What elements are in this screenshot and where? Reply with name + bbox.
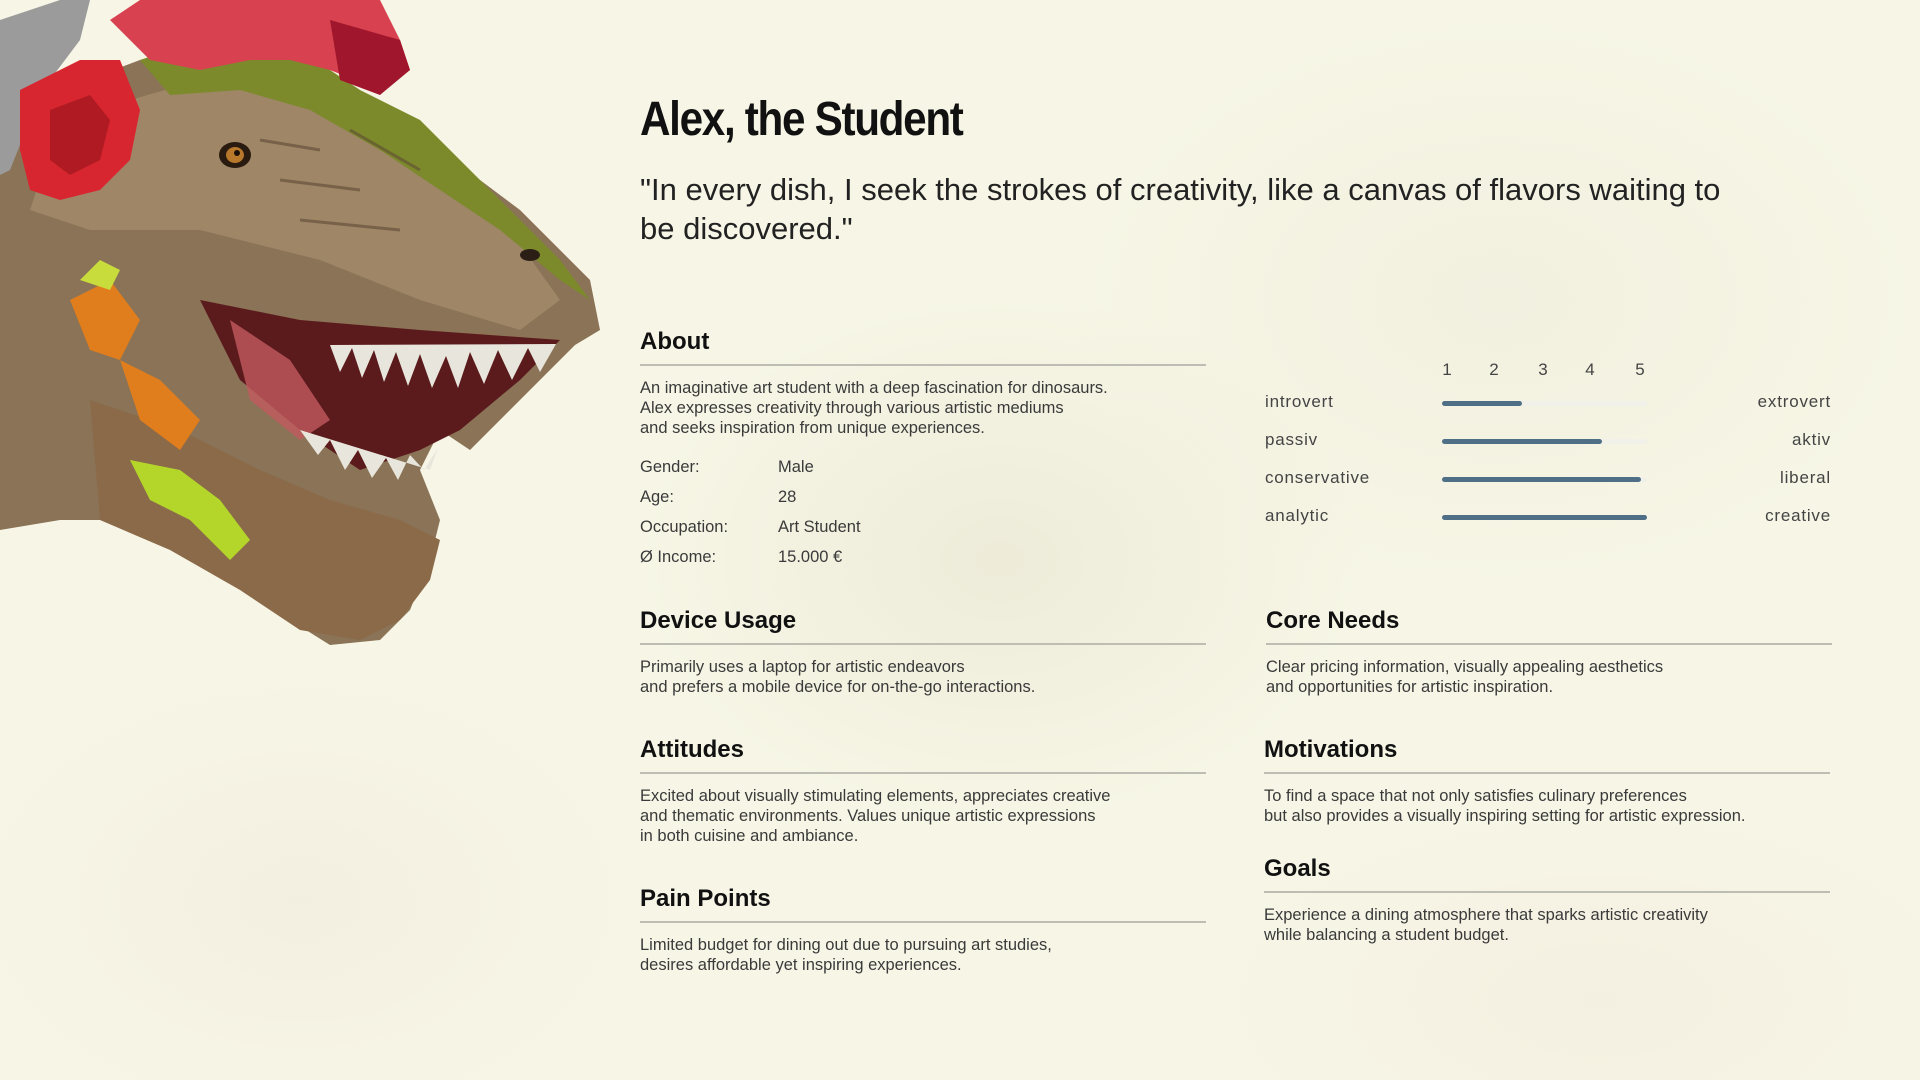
- about-heading: About: [640, 328, 1206, 366]
- core-needs-heading: Core Needs: [1266, 607, 1832, 645]
- scale-number: 1: [1442, 360, 1452, 379]
- trait-left-label: passiv: [1265, 430, 1318, 449]
- trait-right-label: liberal: [1780, 468, 1831, 487]
- trait-right-label: extrovert: [1757, 392, 1831, 411]
- scale-number: 4: [1585, 360, 1595, 379]
- detail-row-income: Ø Income: 15.000 €: [640, 542, 1206, 572]
- detail-row-gender: Gender: Male: [640, 452, 1206, 482]
- trait-left-label: analytic: [1265, 506, 1330, 525]
- detail-value: 28: [778, 488, 797, 506]
- trait-fill: [1442, 477, 1641, 482]
- trait-scale: 1 2 3 4 5 introvert extrovert passiv akt…: [1265, 360, 1831, 536]
- trait-left-label: conservative: [1265, 468, 1371, 487]
- scale-number: 3: [1538, 360, 1548, 379]
- attitudes-text: Excited about visually stimulating eleme…: [640, 787, 1111, 845]
- about-section: About An imaginative art student with a …: [640, 328, 1206, 572]
- trait-left-label: introvert: [1265, 392, 1334, 411]
- core-needs-section: Core Needs Clear pricing information, vi…: [1266, 607, 1832, 697]
- detail-row-occupation: Occupation: Art Student: [640, 512, 1206, 542]
- trait-fill: [1442, 401, 1522, 406]
- trait-fill: [1442, 515, 1647, 520]
- trait-track: [1442, 515, 1647, 520]
- trait-track: [1442, 477, 1647, 482]
- trait-fill: [1442, 439, 1602, 444]
- detail-value: Male: [778, 458, 814, 476]
- scale-numbers: 1 2 3 4 5: [1265, 360, 1831, 384]
- attitudes-section: Attitudes Excited about visually stimula…: [640, 736, 1206, 846]
- trait-row-passiv: passiv aktiv: [1265, 422, 1831, 460]
- trait-right-label: aktiv: [1792, 430, 1831, 449]
- device-usage-heading: Device Usage: [640, 607, 1206, 645]
- detail-label: Occupation:: [640, 518, 729, 536]
- trait-right-label: creative: [1765, 506, 1831, 525]
- device-usage-section: Device Usage Primarily uses a laptop for…: [640, 607, 1206, 697]
- trait-row-conservative: conservative liberal: [1265, 460, 1831, 498]
- detail-label: Age:: [640, 488, 674, 506]
- goals-heading: Goals: [1264, 855, 1830, 893]
- device-usage-text: Primarily uses a laptop for artistic end…: [640, 658, 1036, 696]
- scale-number: 5: [1635, 360, 1645, 379]
- trait-row-analytic: analytic creative: [1265, 498, 1831, 536]
- dinosaur-illustration: [0, 0, 600, 645]
- detail-row-age: Age: 28: [640, 482, 1206, 512]
- about-text: An imaginative art student with a deep f…: [640, 379, 1108, 437]
- persona-name: Alex, the Student: [640, 93, 964, 146]
- persona-details: Gender: Male Age: 28 Occupation: Art Stu…: [640, 452, 1206, 572]
- goals-text: Experience a dining atmosphere that spar…: [1264, 906, 1708, 944]
- trait-track: [1442, 439, 1647, 444]
- attitudes-heading: Attitudes: [640, 736, 1206, 774]
- trait-track: [1442, 401, 1647, 406]
- pain-points-text: Limited budget for dining out due to pur…: [640, 936, 1052, 974]
- detail-label: Ø Income:: [640, 548, 717, 566]
- detail-value: Art Student: [778, 518, 861, 536]
- detail-label: Gender:: [640, 458, 700, 476]
- motivations-section: Motivations To find a space that not onl…: [1264, 736, 1830, 826]
- trait-row-introvert: introvert extrovert: [1265, 384, 1831, 422]
- persona-quote: "In every dish, I seek the strokes of cr…: [640, 172, 1721, 246]
- scale-number: 2: [1489, 360, 1499, 379]
- pain-points-section: Pain Points Limited budget for dining ou…: [640, 885, 1206, 975]
- motivations-text: To find a space that not only satisfies …: [1264, 787, 1746, 825]
- core-needs-text: Clear pricing information, visually appe…: [1266, 658, 1664, 696]
- pain-points-heading: Pain Points: [640, 885, 1206, 923]
- detail-value: 15.000 €: [778, 548, 843, 566]
- motivations-heading: Motivations: [1264, 736, 1830, 774]
- goals-section: Goals Experience a dining atmosphere tha…: [1264, 855, 1830, 945]
